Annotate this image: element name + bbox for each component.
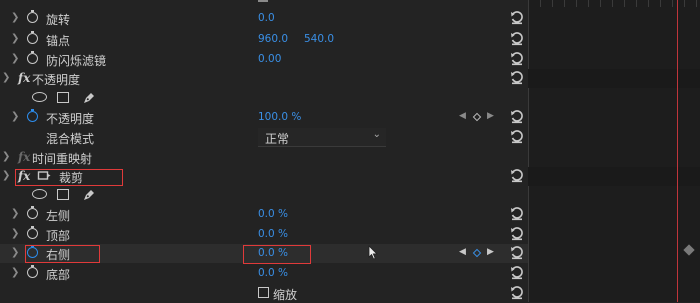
opacity-effect-label: 不透明度 xyxy=(32,73,81,87)
rectangle-mask-icon[interactable] xyxy=(57,92,69,103)
opacity-value[interactable]: 100.0 % xyxy=(258,111,301,123)
playhead[interactable] xyxy=(677,0,678,302)
opacity-effect-header[interactable]: ❯ fx 不透明度 xyxy=(0,69,528,88)
prev-keyframe-icon[interactable]: ◀ xyxy=(459,111,466,121)
expand-chevron-icon[interactable]: ❯ xyxy=(11,247,19,258)
next-keyframe-icon[interactable]: ▶ xyxy=(487,247,494,257)
antiflicker-row: ❯ 防闪烁滤镜 0.00 xyxy=(0,50,528,69)
highlight-box xyxy=(243,245,311,264)
expand-chevron-icon[interactable]: ❯ xyxy=(11,33,19,44)
rotation-label: 旋转 xyxy=(46,13,71,27)
rotation-value[interactable]: 0.0 xyxy=(258,12,275,24)
mouse-cursor-icon xyxy=(368,245,378,260)
crop-top-label: 顶部 xyxy=(46,229,71,243)
stopwatch-icon[interactable] xyxy=(27,206,38,219)
fx-icon[interactable]: fx xyxy=(18,150,30,164)
blend-mode-row: 混合模式 正常 ⌄ xyxy=(0,128,528,147)
stopwatch-icon[interactable] xyxy=(27,265,38,278)
panel-divider[interactable] xyxy=(528,0,529,302)
reset-icon[interactable] xyxy=(510,11,524,25)
expand-chevron-icon[interactable]: ❯ xyxy=(11,53,19,64)
reset-icon[interactable] xyxy=(510,227,524,241)
opacity-label: 不透明度 xyxy=(46,112,95,126)
rectangle-mask-icon[interactable] xyxy=(57,189,69,200)
stopwatch-icon[interactable] xyxy=(27,226,38,239)
crop-bottom-row: ❯ 底部 0.0 % xyxy=(0,264,528,283)
ellipse-mask-icon[interactable] xyxy=(32,189,47,199)
ellipse-mask-icon[interactable] xyxy=(32,92,47,102)
expand-chevron-icon[interactable]: ❯ xyxy=(11,267,19,278)
stopwatch-icon[interactable] xyxy=(27,31,38,44)
blend-mode-label: 混合模式 xyxy=(46,132,95,146)
crop-left-row: ❯ 左侧 0.0 % xyxy=(0,205,528,224)
add-keyframe-icon[interactable] xyxy=(472,112,482,122)
stopwatch-icon[interactable] xyxy=(27,10,38,23)
expand-chevron-icon[interactable]: ❯ xyxy=(11,228,19,239)
highlight-box xyxy=(15,169,123,186)
opacity-row: ❯ 不透明度 100.0 % ◀ ▶ xyxy=(0,108,528,127)
mask-tools-row xyxy=(0,89,528,108)
crop-top-value[interactable]: 0.0 % xyxy=(258,228,288,240)
blend-mode-dropdown[interactable]: 正常 ⌄ xyxy=(258,128,386,147)
checkbox-stub xyxy=(258,0,268,2)
expand-chevron-icon[interactable]: ❯ xyxy=(2,151,10,162)
crop-bottom-value[interactable]: 0.0 % xyxy=(258,267,288,279)
zoom-checkbox[interactable] xyxy=(258,287,269,298)
pen-mask-icon[interactable] xyxy=(82,91,96,105)
timeline-track xyxy=(528,167,700,186)
expand-chevron-icon[interactable]: ❯ xyxy=(11,111,19,122)
anchor-label: 锚点 xyxy=(46,34,71,48)
crop-left-value[interactable]: 0.0 % xyxy=(258,208,288,220)
collapse-chevron-icon[interactable]: ❯ xyxy=(2,170,10,181)
collapse-chevron-icon[interactable]: ❯ xyxy=(2,72,10,83)
highlight-box xyxy=(25,245,100,263)
zoom-label: 缩放 xyxy=(273,288,298,302)
reset-icon[interactable] xyxy=(510,71,524,85)
reset-icon[interactable] xyxy=(510,207,524,221)
timeline-area[interactable] xyxy=(528,0,700,302)
anchor-x-value[interactable]: 960.0 xyxy=(258,33,288,45)
timeline-track xyxy=(528,69,700,88)
stopwatch-icon[interactable] xyxy=(27,109,38,122)
crop-top-row: ❯ 顶部 0.0 % xyxy=(0,225,528,244)
time-remap-header[interactable]: ❯ fx 时间重映射 xyxy=(0,148,528,167)
reset-icon[interactable] xyxy=(510,246,524,260)
rotation-row: ❯ 旋转 0.0 xyxy=(0,9,528,28)
keyframe-marker[interactable] xyxy=(683,244,695,256)
add-keyframe-icon[interactable] xyxy=(472,248,482,258)
next-keyframe-icon[interactable]: ▶ xyxy=(487,111,494,121)
reset-icon[interactable] xyxy=(510,130,524,144)
stopwatch-icon[interactable] xyxy=(27,51,38,64)
prev-keyframe-icon[interactable]: ◀ xyxy=(459,247,466,257)
timeline-ruler[interactable] xyxy=(528,0,700,7)
anchor-row: ❯ 锚点 960.0 540.0 xyxy=(0,30,528,49)
reset-icon[interactable] xyxy=(510,286,524,300)
expand-chevron-icon[interactable]: ❯ xyxy=(11,12,19,23)
fx-icon[interactable]: fx xyxy=(18,71,30,85)
pen-mask-icon[interactable] xyxy=(82,188,96,202)
anchor-y-value[interactable]: 540.0 xyxy=(304,33,334,45)
expand-chevron-icon[interactable]: ❯ xyxy=(11,208,19,219)
reset-icon[interactable] xyxy=(510,169,524,183)
mask-tools-row xyxy=(0,186,528,205)
antiflicker-label: 防闪烁滤镜 xyxy=(46,54,107,68)
blend-mode-value: 正常 xyxy=(265,132,290,146)
effect-controls-panel: ❯ 旋转 0.0 ❯ 锚点 960.0 540.0 ❯ 防闪烁滤镜 0.00 ❯… xyxy=(0,0,528,302)
crop-zoom-row: 缩放 xyxy=(0,284,528,303)
chevron-down-icon: ⌄ xyxy=(372,129,381,140)
reset-icon[interactable] xyxy=(510,110,524,124)
antiflicker-value[interactable]: 0.00 xyxy=(258,53,281,65)
time-remap-label: 时间重映射 xyxy=(32,152,93,166)
crop-left-label: 左侧 xyxy=(46,209,71,223)
reset-icon[interactable] xyxy=(510,266,524,280)
reset-icon[interactable] xyxy=(510,52,524,66)
reset-icon[interactable] xyxy=(510,32,524,46)
crop-bottom-label: 底部 xyxy=(46,268,71,282)
